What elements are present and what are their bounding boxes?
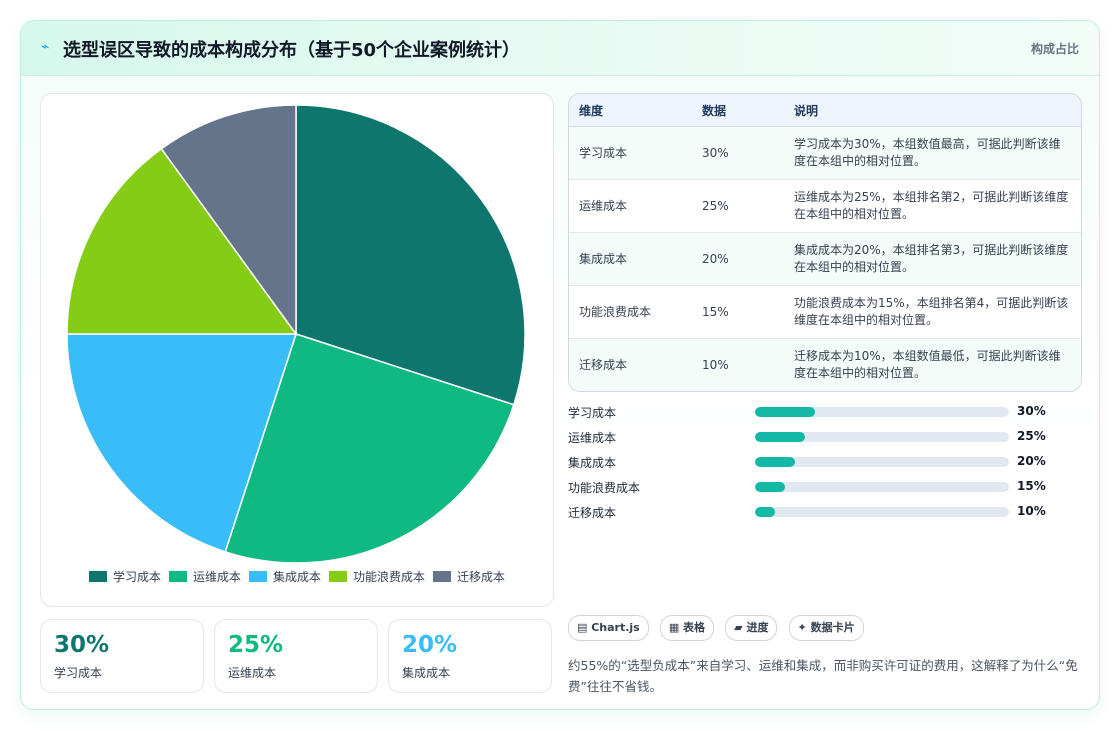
- progress-track: [755, 507, 1009, 517]
- summary-note: 约55%的“选型负成本”来自学习、运维和集成，而非购买许可证的费用，这解释了为什…: [568, 658, 1078, 694]
- progress-row: 学习成本 30%: [568, 403, 1080, 428]
- column-header-value: 数据: [692, 94, 784, 127]
- kpi-card-operations: 25% 运维成本: [214, 619, 378, 693]
- progress-label: 学习成本: [568, 406, 617, 420]
- pie-chart-panel: 学习成本 运维成本 集成成本 功能浪费成本 迁移成本: [40, 93, 554, 607]
- cell-description: 集成成本为20%，本组排名第3，可据此判断该维度在本组中的相对位置。: [784, 232, 1081, 286]
- progress-value: 20%: [1017, 454, 1046, 468]
- cell-value: 15%: [692, 285, 784, 339]
- cell-dimension: 功能浪费成本: [569, 285, 692, 339]
- progress-fill: [755, 407, 815, 417]
- legend-label: 运维成本: [192, 570, 241, 584]
- chart-legend: 学习成本 运维成本 集成成本 功能浪费成本 迁移成本: [41, 568, 553, 585]
- data-table: 维度 数据 说明 学习成本 30% 学习成本为30%，本组数值最高，可据此判断该…: [569, 94, 1081, 391]
- progress-track: [755, 482, 1009, 492]
- progress-label: 运维成本: [568, 431, 617, 445]
- cell-description: 运维成本为25%，本组排名第2，可据此判断该维度在本组中的相对位置。: [784, 179, 1081, 233]
- cell-description: 学习成本为30%，本组数值最高，可据此判断该维度在本组中的相对位置。: [784, 126, 1081, 180]
- progress-value: 15%: [1017, 479, 1046, 493]
- legend-item[interactable]: 迁移成本: [433, 568, 505, 585]
- progress-row: 迁移成本 10%: [568, 503, 1080, 528]
- progress-row: 功能浪费成本 15%: [568, 478, 1080, 503]
- cell-dimension: 迁移成本: [569, 338, 692, 391]
- progress-track: [755, 407, 1009, 417]
- column-header-description: 说明: [784, 94, 1081, 127]
- cell-dimension: 集成成本: [569, 232, 692, 286]
- progress-row: 集成成本 20%: [568, 453, 1080, 478]
- kpi-value: 25%: [228, 632, 284, 658]
- progress-fill: [755, 507, 775, 517]
- table-row: 运维成本 25% 运维成本为25%，本组排名第2，可据此判断该维度在本组中的相对…: [569, 179, 1081, 233]
- legend-swatch: [168, 571, 187, 582]
- legend-label: 集成成本: [272, 570, 321, 584]
- table-row: 学习成本 30% 学习成本为30%，本组数值最高，可据此判断该维度在本组中的相对…: [569, 126, 1081, 180]
- legend-label: 迁移成本: [457, 570, 506, 584]
- cell-dimension: 学习成本: [569, 126, 692, 180]
- tag-progress[interactable]: ▰ 进度: [725, 615, 778, 641]
- table-row: 集成成本 20% 集成成本为20%，本组排名第3，可据此判断该维度在本组中的相对…: [569, 232, 1081, 286]
- kpi-label: 运维成本: [228, 666, 277, 680]
- cell-value: 20%: [692, 232, 784, 286]
- tag-chartjs[interactable]: ▤ Chart.js: [568, 615, 649, 641]
- kpi-label: 学习成本: [54, 666, 103, 680]
- progress-row: 运维成本 25%: [568, 428, 1080, 453]
- progress-fill: [755, 482, 785, 492]
- legend-swatch: [329, 571, 347, 582]
- cell-value: 25%: [692, 179, 784, 233]
- legend-item[interactable]: 学习成本: [88, 568, 161, 585]
- kpi-card-learning: 30% 学习成本: [40, 619, 204, 693]
- legend-item[interactable]: 功能浪费成本: [329, 568, 425, 585]
- progress-label: 迁移成本: [568, 506, 617, 520]
- progress-track: [755, 432, 1009, 442]
- cell-value: 30%: [692, 126, 784, 180]
- composition-label: 构成占比: [1030, 42, 1079, 56]
- progress-label: 集成成本: [568, 456, 617, 470]
- cell-dimension: 运维成本: [569, 179, 692, 233]
- progress-value: 30%: [1017, 404, 1046, 418]
- cell-value: 10%: [692, 338, 784, 391]
- card-header: ⌁ 选型误区导致的成本构成分布（基于50个企业案例统计） 构成占比: [21, 21, 1099, 76]
- progress-track: [755, 457, 1009, 467]
- page-title: 选型误区导致的成本构成分布（基于50个企业案例统计）: [63, 40, 521, 61]
- data-table-wrapper: 维度 数据 说明 学习成本 30% 学习成本为30%，本组数值最高，可据此判断该…: [568, 93, 1082, 392]
- legend-swatch: [248, 571, 267, 582]
- main-card: ⌁ 选型误区导致的成本构成分布（基于50个企业案例统计） 构成占比 学习成本 运维…: [20, 20, 1100, 710]
- legend-swatch: [433, 571, 452, 582]
- kpi-label: 集成成本: [402, 666, 451, 680]
- kpi-value: 20%: [402, 632, 458, 658]
- pie-chart[interactable]: [41, 94, 553, 564]
- kpi-card-integration: 20% 集成成本: [388, 619, 552, 693]
- legend-swatch: [88, 571, 107, 582]
- table-row: 迁移成本 10% 迁移成本为10%，本组数值最低，可据此判断该维度在本组中的相对…: [569, 338, 1081, 391]
- progress-fill: [755, 457, 795, 467]
- legend-label: 功能浪费成本: [353, 570, 426, 584]
- legend-item[interactable]: 集成成本: [248, 568, 321, 585]
- cell-description: 功能浪费成本为15%，本组排名第4，可据此判断该维度在本组中的相对位置。: [784, 285, 1081, 339]
- progress-value: 10%: [1017, 504, 1046, 518]
- kpi-value: 30%: [54, 632, 110, 658]
- tag-list: ▤ Chart.js ▦ 表格 ▰ 进度 ✦ 数据卡片: [568, 615, 870, 641]
- progress-value: 25%: [1017, 429, 1046, 443]
- legend-item[interactable]: 运维成本: [168, 568, 241, 585]
- progress-fill: [755, 432, 805, 442]
- column-header-dimension: 维度: [569, 94, 692, 127]
- progress-bar-list: 学习成本 30% 运维成本 25% 集成成本 20% 功能浪费成本 15% 迁移…: [568, 403, 1080, 528]
- table-row: 功能浪费成本 15% 功能浪费成本为15%，本组排名第4，可据此判断该维度在本组…: [569, 285, 1081, 339]
- tag-data-card[interactable]: ✦ 数据卡片: [788, 615, 864, 641]
- tag-table[interactable]: ▦ 表格: [659, 615, 715, 641]
- cell-description: 迁移成本为10%，本组数值最低，可据此判断该维度在本组中的相对位置。: [784, 338, 1081, 391]
- progress-label: 功能浪费成本: [568, 481, 641, 495]
- legend-label: 学习成本: [112, 570, 161, 584]
- lightning-icon: ⌁: [41, 39, 50, 55]
